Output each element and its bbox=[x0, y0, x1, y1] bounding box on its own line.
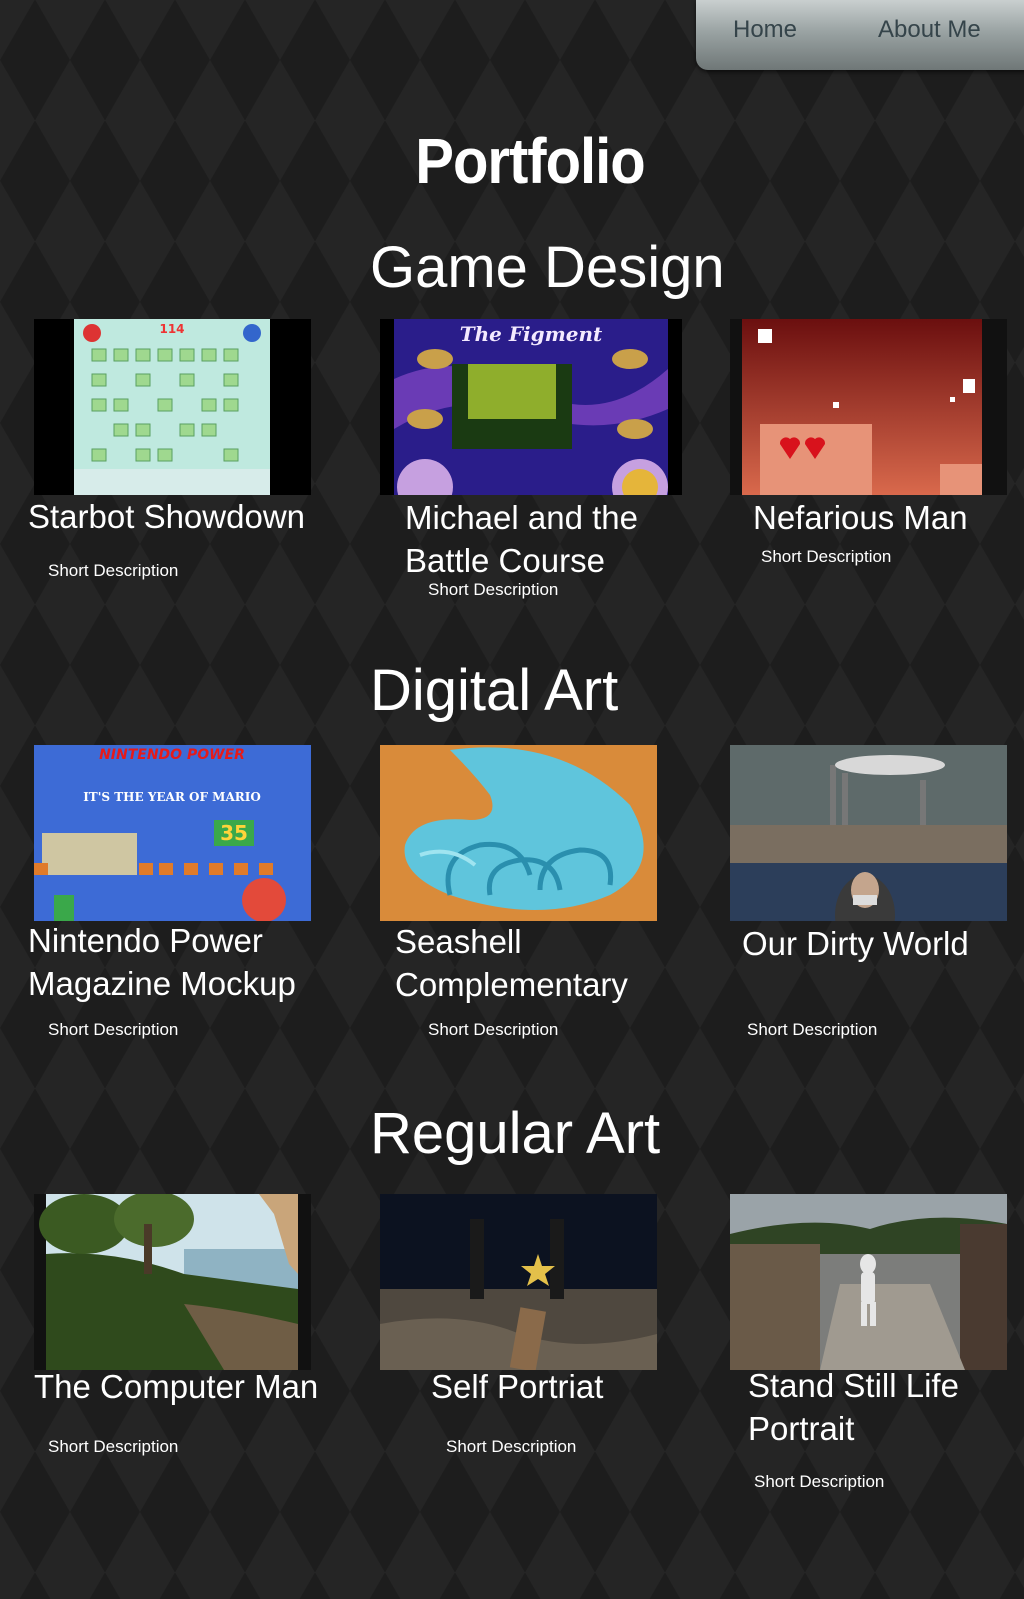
thumb-np-badge: 35 bbox=[220, 821, 248, 845]
nav-about-link[interactable]: About Me bbox=[878, 16, 981, 44]
dirty-world-photo bbox=[730, 745, 1007, 921]
thumb-starbot-showdown[interactable]: 114 bbox=[34, 319, 311, 495]
top-nav: Home About Me bbox=[696, 0, 1024, 70]
project-title-stand-still-life[interactable]: Stand Still Life Portrait bbox=[748, 1364, 1024, 1450]
thumb-our-dirty-world[interactable] bbox=[730, 745, 1007, 921]
nav-home-link[interactable]: Home bbox=[733, 16, 797, 44]
project-title-computer-man[interactable]: The Computer Man bbox=[34, 1365, 354, 1408]
project-desc-michael-battle-course: Short Description bbox=[428, 580, 559, 599]
project-desc-seashell: Short Description bbox=[428, 1020, 559, 1039]
project-desc-starbot-showdown: Short Description bbox=[48, 561, 179, 580]
project-desc-computer-man: Short Description bbox=[48, 1437, 179, 1456]
computer-man-render bbox=[34, 1194, 311, 1370]
starbot-screenshot: 114 bbox=[34, 319, 311, 495]
project-title-our-dirty-world[interactable]: Our Dirty World bbox=[742, 922, 1022, 965]
nefarious-screenshot bbox=[730, 319, 1007, 495]
thumb-stand-still-life[interactable] bbox=[730, 1194, 1007, 1370]
thumb-starbot-text: 114 bbox=[159, 322, 184, 336]
thumb-seashell[interactable] bbox=[380, 745, 657, 921]
section-heading-game-design: Game Design bbox=[370, 235, 725, 300]
thumb-figment-text: The Figment bbox=[460, 322, 603, 346]
self-portrait-render bbox=[380, 1194, 657, 1370]
thumb-computer-man[interactable] bbox=[34, 1194, 311, 1370]
thumb-self-portrait[interactable] bbox=[380, 1194, 657, 1370]
figment-screenshot: The Figment bbox=[380, 319, 682, 495]
project-title-nintendo-power[interactable]: Nintendo Power Magazine Mockup bbox=[28, 919, 358, 1005]
thumb-nefarious-man[interactable] bbox=[730, 319, 1007, 495]
project-desc-self-portrait: Short Description bbox=[446, 1437, 577, 1456]
project-title-nefarious-man[interactable]: Nefarious Man bbox=[753, 496, 1024, 539]
thumb-np-sub: IT'S THE YEAR OF MARIO bbox=[83, 790, 261, 804]
project-title-seashell[interactable]: Seashell Complementary bbox=[395, 920, 715, 1006]
thumb-nintendo-power[interactable]: NINTENDO POWER IT'S THE YEAR OF MARIO 35 bbox=[34, 745, 311, 921]
section-heading-digital-art: Digital Art bbox=[370, 658, 619, 723]
thumb-michael-battle-course[interactable]: The Figment bbox=[380, 319, 682, 495]
project-title-starbot-showdown[interactable]: Starbot Showdown bbox=[28, 495, 348, 538]
page-title: Portfolio bbox=[415, 125, 645, 198]
project-desc-our-dirty-world: Short Description bbox=[747, 1020, 878, 1039]
project-desc-nintendo-power: Short Description bbox=[48, 1020, 179, 1039]
thumb-np-logo: NINTENDO POWER bbox=[99, 747, 245, 763]
stand-still-render bbox=[730, 1194, 1007, 1370]
nintendo-power-cover: NINTENDO POWER IT'S THE YEAR OF MARIO 35 bbox=[34, 745, 311, 921]
project-title-michael-battle-course[interactable]: Michael and the Battle Course bbox=[405, 496, 725, 582]
project-title-self-portrait[interactable]: Self Portriat bbox=[431, 1365, 711, 1408]
project-desc-stand-still-life: Short Description bbox=[754, 1472, 885, 1491]
project-desc-nefarious-man: Short Description bbox=[761, 547, 892, 566]
section-heading-regular-art: Regular Art bbox=[370, 1101, 661, 1166]
seashell-art bbox=[380, 745, 657, 921]
